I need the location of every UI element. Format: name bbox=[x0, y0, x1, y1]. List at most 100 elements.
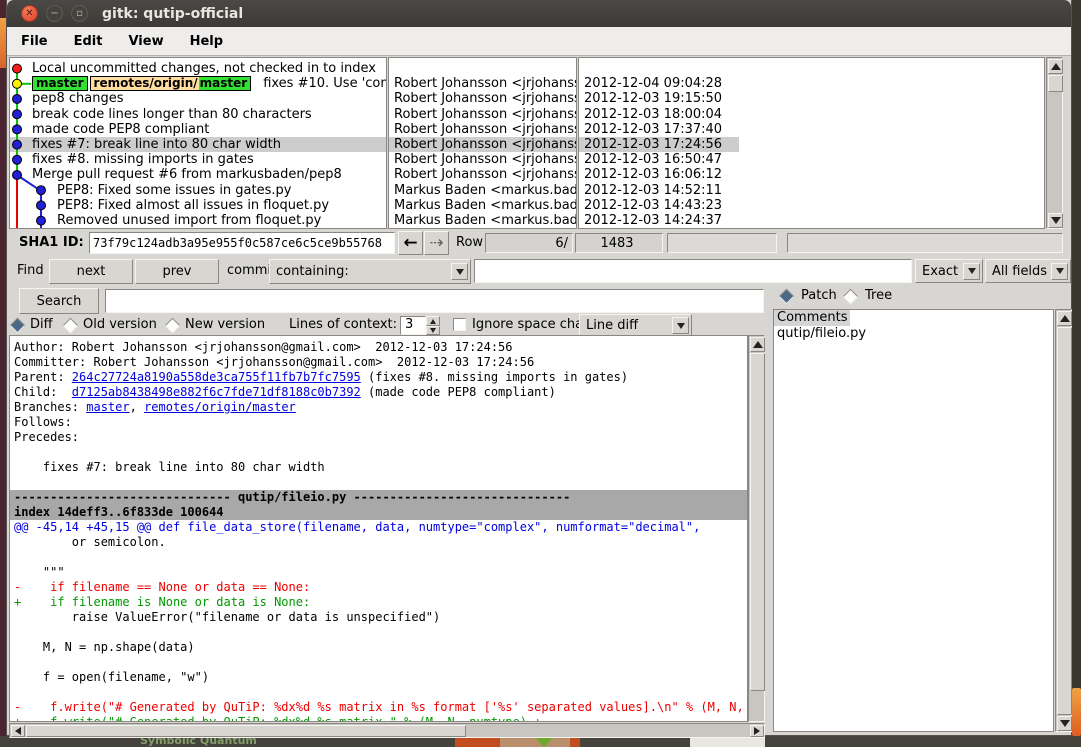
commit-row[interactable]: pep8 changes bbox=[10, 91, 386, 106]
scroll-down-icon[interactable] bbox=[1048, 213, 1063, 228]
chevron-down-icon[interactable] bbox=[1051, 263, 1068, 280]
tree-radio-label[interactable]: Tree bbox=[865, 288, 892, 303]
menu-help[interactable]: Help bbox=[190, 34, 223, 49]
date-cell[interactable]: 2012-12-03 18:00:04 bbox=[579, 107, 1044, 122]
commit-child-line: Child: d7125ab8438498e882f6c7fde71df8188… bbox=[10, 385, 747, 400]
menu-file[interactable]: File bbox=[21, 34, 48, 49]
diff-scrollbar-horizontal[interactable] bbox=[9, 723, 765, 738]
patch-radio[interactable] bbox=[779, 289, 795, 305]
date-cell[interactable]: 2012-12-03 17:37:40 bbox=[579, 122, 1044, 137]
author-cell[interactable]: Robert Johansson <jrjohansso bbox=[389, 107, 576, 122]
containing-dropdown[interactable]: containing: bbox=[269, 259, 471, 284]
commit-row[interactable]: fixes #8. missing imports in gates bbox=[10, 152, 386, 167]
file-list-item[interactable]: qutip/fileio.py bbox=[774, 326, 1053, 342]
commit-list-scrollbar[interactable] bbox=[1046, 57, 1063, 229]
scrollbar-thumb[interactable] bbox=[750, 353, 765, 691]
match-type-dropdown[interactable]: Exact bbox=[915, 259, 983, 283]
sha1-input[interactable] bbox=[89, 232, 395, 254]
fields-dropdown[interactable]: All fields bbox=[985, 259, 1071, 283]
date-cell[interactable] bbox=[579, 61, 1044, 76]
commit-row[interactable]: made code PEP8 compliant bbox=[10, 122, 386, 137]
old-version-label[interactable]: Old version bbox=[83, 317, 157, 332]
commit-row[interactable]: master remotes/origin/master fixes #10. … bbox=[10, 76, 386, 91]
date-cell[interactable]: 2012-12-03 14:43:23 bbox=[579, 198, 1044, 213]
author-cell[interactable]: Robert Johansson <jrjohansso bbox=[389, 152, 576, 167]
scrollbar-thumb[interactable] bbox=[1048, 75, 1063, 92]
search-input[interactable] bbox=[105, 289, 764, 313]
branch-link[interactable]: remotes/origin/master bbox=[144, 400, 296, 414]
commit-subject: Local uncommitted changes, not checked i… bbox=[32, 61, 376, 76]
chevron-down-icon[interactable] bbox=[451, 263, 468, 280]
date-cell[interactable]: 2012-12-03 14:52:11 bbox=[579, 183, 1044, 198]
line-diff-dropdown[interactable]: Line diff bbox=[579, 314, 692, 337]
commit-committer-line: Committer: Robert Johansson <jrjohansson… bbox=[10, 355, 747, 370]
author-cell[interactable]: Markus Baden <markus.bade bbox=[389, 183, 576, 198]
scroll-down-icon[interactable] bbox=[1057, 716, 1072, 731]
branch-link[interactable]: master bbox=[86, 400, 129, 414]
scroll-up-icon[interactable] bbox=[1057, 311, 1072, 326]
author-cell[interactable]: Robert Johansson <jrjohansso bbox=[389, 167, 576, 182]
close-icon[interactable]: ✕ bbox=[21, 5, 38, 22]
author-cell[interactable]: Robert Johansson <jrjohansso bbox=[389, 122, 576, 137]
author-cell[interactable]: Markus Baden <markus.bade bbox=[389, 198, 576, 213]
menu-view[interactable]: View bbox=[128, 34, 163, 49]
file-list-scrollbar[interactable] bbox=[1055, 309, 1072, 732]
diff-hunk-header: @@ -45,14 +45,15 @@ def file_data_store(… bbox=[10, 520, 747, 535]
file-list-item[interactable]: Comments bbox=[774, 310, 850, 326]
history-forward-icon[interactable]: ⇢ bbox=[424, 231, 449, 255]
scroll-left-icon[interactable] bbox=[11, 725, 25, 737]
scroll-right-icon[interactable] bbox=[750, 725, 764, 737]
diff-radio[interactable] bbox=[10, 318, 26, 334]
diff-file-header[interactable]: ------------------------------ qutip/fil… bbox=[10, 490, 747, 505]
commit-row-selected[interactable]: fixes #7: break line into 80 char width bbox=[10, 137, 386, 152]
date-cell[interactable]: 2012-12-04 09:04:28 bbox=[579, 76, 1044, 91]
branch-tag-master[interactable]: master bbox=[32, 76, 88, 91]
context-spinbox[interactable]: 3 bbox=[400, 316, 426, 335]
patch-radio-label[interactable]: Patch bbox=[801, 288, 837, 303]
date-cell[interactable]: 2012-12-03 16:50:47 bbox=[579, 152, 1044, 167]
history-back-icon[interactable]: ← bbox=[398, 231, 423, 255]
minimize-icon[interactable]: − bbox=[46, 5, 63, 22]
blank-line bbox=[10, 655, 747, 670]
chevron-down-icon[interactable] bbox=[672, 317, 689, 334]
old-version-radio[interactable] bbox=[63, 318, 79, 334]
spin-down-icon[interactable] bbox=[426, 326, 440, 335]
maximize-icon[interactable]: ▫ bbox=[71, 5, 88, 22]
search-button[interactable]: Search bbox=[19, 288, 99, 314]
find-next-button[interactable]: next bbox=[49, 259, 133, 284]
scrollbar-thumb[interactable] bbox=[26, 725, 466, 737]
commit-subject: fixes #8. missing imports in gates bbox=[32, 152, 254, 167]
diff-scrollbar-vertical[interactable] bbox=[748, 335, 765, 722]
commit-row[interactable]: Merge pull request #6 from markusbaden/p… bbox=[10, 167, 386, 182]
date-cell[interactable]: 2012-12-03 19:15:50 bbox=[579, 91, 1044, 106]
date-cell[interactable]: 2012-12-03 17:24:56 bbox=[579, 137, 739, 152]
author-cell[interactable]: Markus Baden <markus.bade bbox=[389, 213, 576, 228]
parent-sha-link[interactable]: 264c27724a8190a558de3ca755f11fb7b7fc7595 bbox=[72, 370, 361, 384]
spin-up-icon[interactable] bbox=[426, 316, 440, 326]
child-sha-link[interactable]: d7125ab8438498e882f6c7fde71df8188c0b7392 bbox=[72, 385, 361, 399]
find-input[interactable] bbox=[474, 259, 912, 283]
remote-branch-tag[interactable]: remotes/origin/master bbox=[90, 76, 252, 91]
author-cell[interactable]: Robert Johansson <jrjohansso bbox=[389, 137, 576, 152]
commit-row[interactable]: Local uncommitted changes, not checked i… bbox=[10, 61, 386, 76]
chevron-down-icon[interactable] bbox=[963, 263, 980, 280]
scroll-up-icon[interactable] bbox=[1048, 59, 1063, 74]
new-version-label[interactable]: New version bbox=[185, 317, 265, 332]
new-version-radio[interactable] bbox=[165, 318, 181, 334]
scroll-up-icon[interactable] bbox=[750, 337, 765, 352]
author-cell[interactable]: Robert Johansson <jrjohansso bbox=[389, 76, 576, 91]
author-cell[interactable] bbox=[389, 61, 576, 76]
scrollbar-thumb[interactable] bbox=[1057, 327, 1072, 715]
date-cell[interactable]: 2012-12-03 14:24:37 bbox=[579, 213, 1044, 228]
commit-row[interactable]: PEP8: Fixed some issues in gates.py bbox=[10, 183, 386, 198]
tree-radio[interactable] bbox=[843, 289, 859, 305]
commit-row[interactable]: Removed unused import from floquet.py bbox=[10, 213, 386, 228]
author-cell[interactable]: Robert Johansson <jrjohansso bbox=[389, 91, 576, 106]
ignore-space-checkbox[interactable] bbox=[453, 318, 466, 331]
commit-row[interactable]: break code lines longer than 80 characte… bbox=[10, 107, 386, 122]
diff-radio-label[interactable]: Diff bbox=[30, 317, 53, 332]
date-cell[interactable]: 2012-12-03 16:06:12 bbox=[579, 167, 1044, 182]
commit-row[interactable]: PEP8: Fixed almost all issues in floquet… bbox=[10, 198, 386, 213]
find-prev-button[interactable]: prev bbox=[135, 259, 219, 284]
menu-edit[interactable]: Edit bbox=[74, 34, 103, 49]
